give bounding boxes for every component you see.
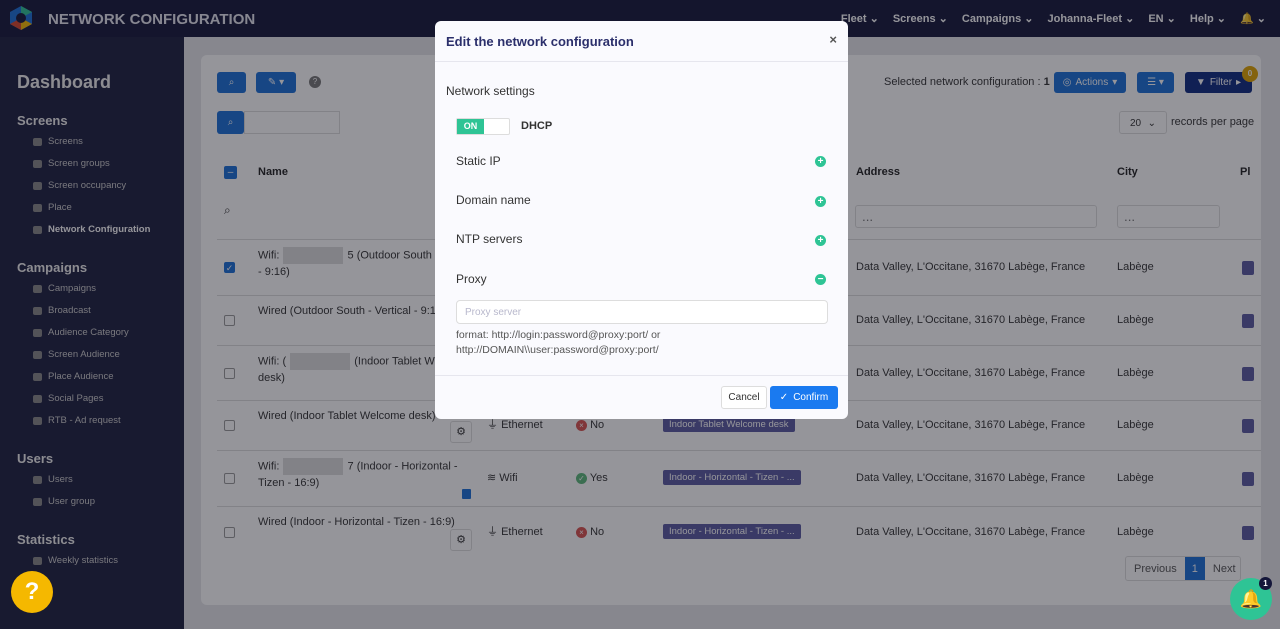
bell-icon: 🔔 bbox=[1239, 589, 1263, 609]
modal-footer-divider bbox=[435, 375, 848, 376]
toggle-on-label: ON bbox=[457, 119, 484, 134]
help-button[interactable]: ? bbox=[11, 571, 53, 613]
check-circle-icon: ✓ bbox=[779, 392, 789, 403]
hint-line-1: format: http://login:password@proxy:port… bbox=[456, 329, 661, 341]
static-ip-label: Static IP bbox=[456, 154, 501, 168]
notifications-badge: 1 bbox=[1259, 577, 1272, 590]
proxy-format-hint: format: http://login:password@proxy:port… bbox=[456, 328, 660, 358]
confirm-button[interactable]: ✓ Confirm bbox=[770, 386, 838, 409]
domain-name-label: Domain name bbox=[456, 193, 531, 207]
hint-line-2: http://DOMAIN\\user:password@proxy:port/ bbox=[456, 344, 659, 356]
edit-network-modal: Edit the network configuration × Network … bbox=[435, 21, 848, 419]
modal-header: Edit the network configuration × bbox=[435, 21, 848, 62]
proxy-label: Proxy bbox=[456, 272, 487, 286]
ntp-servers-label: NTP servers bbox=[456, 232, 523, 246]
static-ip-expand-plus-icon[interactable]: + bbox=[815, 156, 826, 167]
proxy-server-input[interactable] bbox=[456, 300, 828, 324]
close-icon[interactable]: × bbox=[829, 32, 837, 47]
proxy-collapse-minus-icon[interactable]: − bbox=[815, 274, 826, 285]
cancel-button[interactable]: Cancel bbox=[721, 386, 767, 409]
dhcp-label: DHCP bbox=[521, 120, 553, 132]
ntp-servers-expand-plus-icon[interactable]: + bbox=[815, 235, 826, 246]
network-settings-label: Network settings bbox=[446, 84, 535, 98]
domain-name-expand-plus-icon[interactable]: + bbox=[815, 196, 826, 207]
confirm-label: Confirm bbox=[793, 392, 829, 403]
modal-title: Edit the network configuration bbox=[446, 34, 634, 49]
dhcp-toggle[interactable]: ON bbox=[456, 118, 510, 135]
